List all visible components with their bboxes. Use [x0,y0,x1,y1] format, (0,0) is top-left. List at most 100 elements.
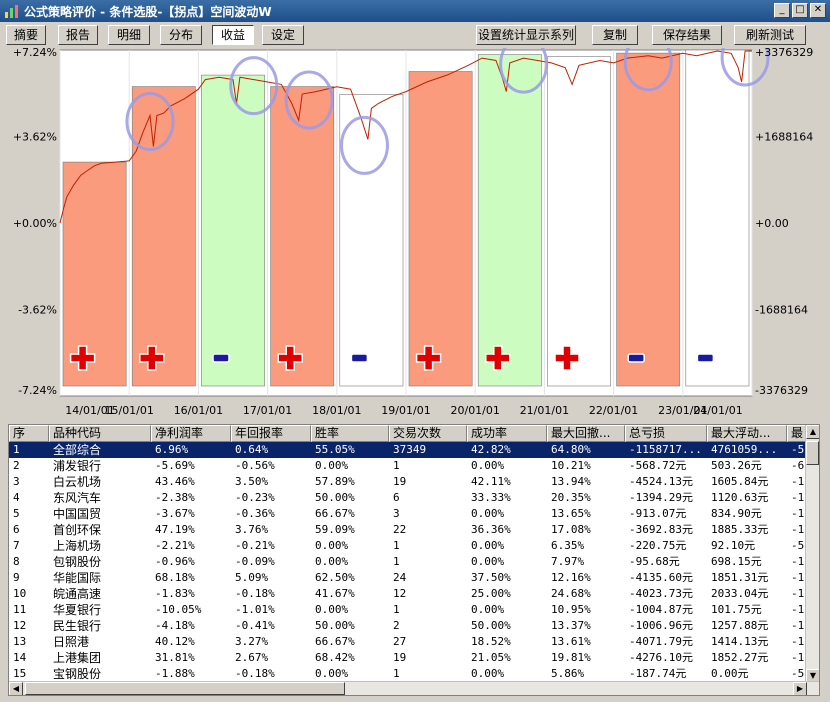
table-cell: 华夏银行 [53,603,102,617]
column-header[interactable]: 序 [9,425,49,442]
table-row[interactable]: 13 日照港 40.12% 3.27% 66.67% 27 18.52% 13.61% -407… [9,634,807,650]
table-cell: -1 [791,475,805,488]
year-bar [131,86,196,387]
year-bar [408,71,473,387]
table-cell: 日照港 [53,635,90,649]
table-cell: -95.68元 [629,555,680,568]
table-row[interactable]: 10 皖通高速 -1.83% -0.18% 41.67% 12 25.00% 24.68% -4… [9,586,807,602]
table-cell: 6 [13,523,20,536]
table-cell: 1 [393,667,400,680]
year-bar [270,86,335,387]
table-cell: 10 [13,587,27,600]
table-row[interactable]: 11 华夏银行 -10.05% -1.01% 0.00% 1 0.00% 10.95% -100… [9,602,807,618]
table-cell: 宝钢股份 [53,667,102,681]
table-cell: 中国国贸 [53,507,102,521]
tab-report[interactable]: 报告 [58,25,98,45]
x-axis-tick-label: 24/01/01 [693,404,742,417]
table-row[interactable]: 12 民生银行 -4.18% -0.41% 50.00% 2 50.00% 13.37% -10… [9,618,807,634]
column-header[interactable]: 最大回撤... [547,425,625,442]
x-axis-tick-label: 22/01/01 [589,404,638,417]
tab-detail[interactable]: 明细 [108,25,150,45]
table-cell: 0.00% [471,507,505,520]
table-cell: 3 [13,475,20,488]
minimize-button[interactable]: _ [774,3,790,18]
table-cell: 0.64% [235,443,269,456]
returns-chart: +7.24%+3.62%+0.00%-3.62%-7.24% +3376329 +… [13,48,813,417]
table-cell: 5 [13,507,20,520]
series-settings-button[interactable]: 设置统计显示系列 [476,25,576,45]
table-cell: -0.96% [155,555,195,568]
right-axis-label: +1688164 [755,131,813,144]
table-cell: -0.23% [235,491,275,504]
right-axis-label: +0.00 [755,217,789,230]
table-cell: 24 [393,571,407,584]
column-header[interactable]: 胜率 [311,425,389,442]
horizontal-scrollbar[interactable]: ◀ ▶ [9,681,819,695]
table-cell: -1 [791,555,805,568]
left-axis: +7.24% +3.62% +0.00% -3.62% -7.24% [13,48,57,397]
tab-summary[interactable]: 摘要 [6,25,46,45]
table-cell: 37.50% [471,571,511,584]
minus-marker [696,353,715,363]
table-row[interactable]: 14 上港集团 31.81% 2.67% 68.42% 19 21.05% 19.81% -42… [9,650,807,666]
table-cell: 42.82% [471,443,511,456]
column-header[interactable]: 净利润率 [151,425,231,442]
close-button[interactable]: ✕ [810,3,826,18]
tab-settings[interactable]: 设定 [262,25,304,45]
refresh-test-button[interactable]: 刷新测试 [734,25,806,45]
table-row[interactable]: 1 全部综合 6.96% 0.64% 55.05% 37349 42.82% 64.80% -1… [9,442,807,458]
scroll-thumb[interactable] [806,441,819,465]
scroll-left-icon[interactable]: ◀ [9,682,23,695]
table-row[interactable]: 7 上海机场 -2.21% -0.21% 0.00% 1 0.00% 6.35% -220.75… [9,538,807,554]
table-cell: 13 [13,635,27,648]
table-cell: 101.75元 [711,603,762,616]
save-results-button[interactable]: 保存结果 [652,25,722,45]
column-header[interactable]: 品种代码 [49,425,151,442]
tab-distribution[interactable]: 分布 [160,25,202,45]
table-cell: 10.21% [551,459,591,472]
scroll-up-icon[interactable]: ▲ [806,425,819,439]
column-header[interactable]: 最大浮动... [707,425,787,442]
vertical-scrollbar[interactable]: ▲ ▼ [805,425,819,683]
table-cell: -913.07元 [629,507,687,520]
x-axis-tick-label: 19/01/01 [381,404,430,417]
table-cell: 1 [393,539,400,552]
column-header[interactable]: 成功率 [467,425,547,442]
table-cell: -3692.83元 [629,523,693,536]
minus-marker [212,353,230,363]
column-header[interactable]: 总亏损 [625,425,707,442]
tab-returns[interactable]: 收益 [212,25,254,45]
copy-button[interactable]: 复制 [592,25,638,45]
table-row[interactable]: 6 首创环保 47.19% 3.76% 59.09% 22 36.36% 17.08% -369… [9,522,807,538]
right-axis-label: -3376329 [755,384,808,397]
table-row[interactable]: 15 宝钢股份 -1.88% -0.18% 0.00% 1 0.00% 5.86% -187.7… [9,666,807,682]
right-axis-label: +3376329 [755,48,813,59]
table-row[interactable]: 3 白云机场 43.46% 3.50% 57.89% 19 42.11% 13.94% -452… [9,474,807,490]
column-header[interactable]: 交易次数 [389,425,467,442]
column-header[interactable]: 年回报率 [231,425,311,442]
hscroll-thumb[interactable] [25,682,345,695]
table-cell: 12 [13,619,27,632]
table-cell: 全部综合 [53,443,102,457]
table-cell: 2 [13,459,20,472]
table-cell: -1 [791,635,805,648]
maximize-button[interactable]: □ [792,3,808,18]
table-cell: 47.19% [155,523,195,536]
column-header[interactable]: 最 [787,425,807,442]
table-row[interactable]: 9 华能国际 68.18% 5.09% 62.50% 24 37.50% 12.16% -413… [9,570,807,586]
table-row[interactable]: 8 包钢股份 -0.96% -0.09% 0.00% 1 0.00% 7.97% -95.68元… [9,554,807,570]
table-cell: 3 [393,507,400,520]
table-cell: -0.21% [235,539,275,552]
plus-marker [140,355,163,361]
table-cell: 11 [13,603,27,616]
table-cell: -1.83% [155,587,195,600]
table-cell: -0.09% [235,555,275,568]
table-cell: -1006.96元 [629,619,693,632]
table-row[interactable]: 5 中国国贸 -3.67% -0.36% 66.67% 3 0.00% 13.65% -913.… [9,506,807,522]
table-row[interactable]: 4 东风汽车 -2.38% -0.23% 50.00% 6 33.33% 20.35% -139… [9,490,807,506]
scroll-right-icon[interactable]: ▶ [793,682,807,695]
table-cell: -1 [791,619,805,632]
table-cell: 31.81% [155,651,195,664]
table-cell: -1 [791,587,805,600]
table-row[interactable]: 2 浦发银行 -5.69% -0.56% 0.00% 1 0.00% 10.21% -568.7… [9,458,807,474]
